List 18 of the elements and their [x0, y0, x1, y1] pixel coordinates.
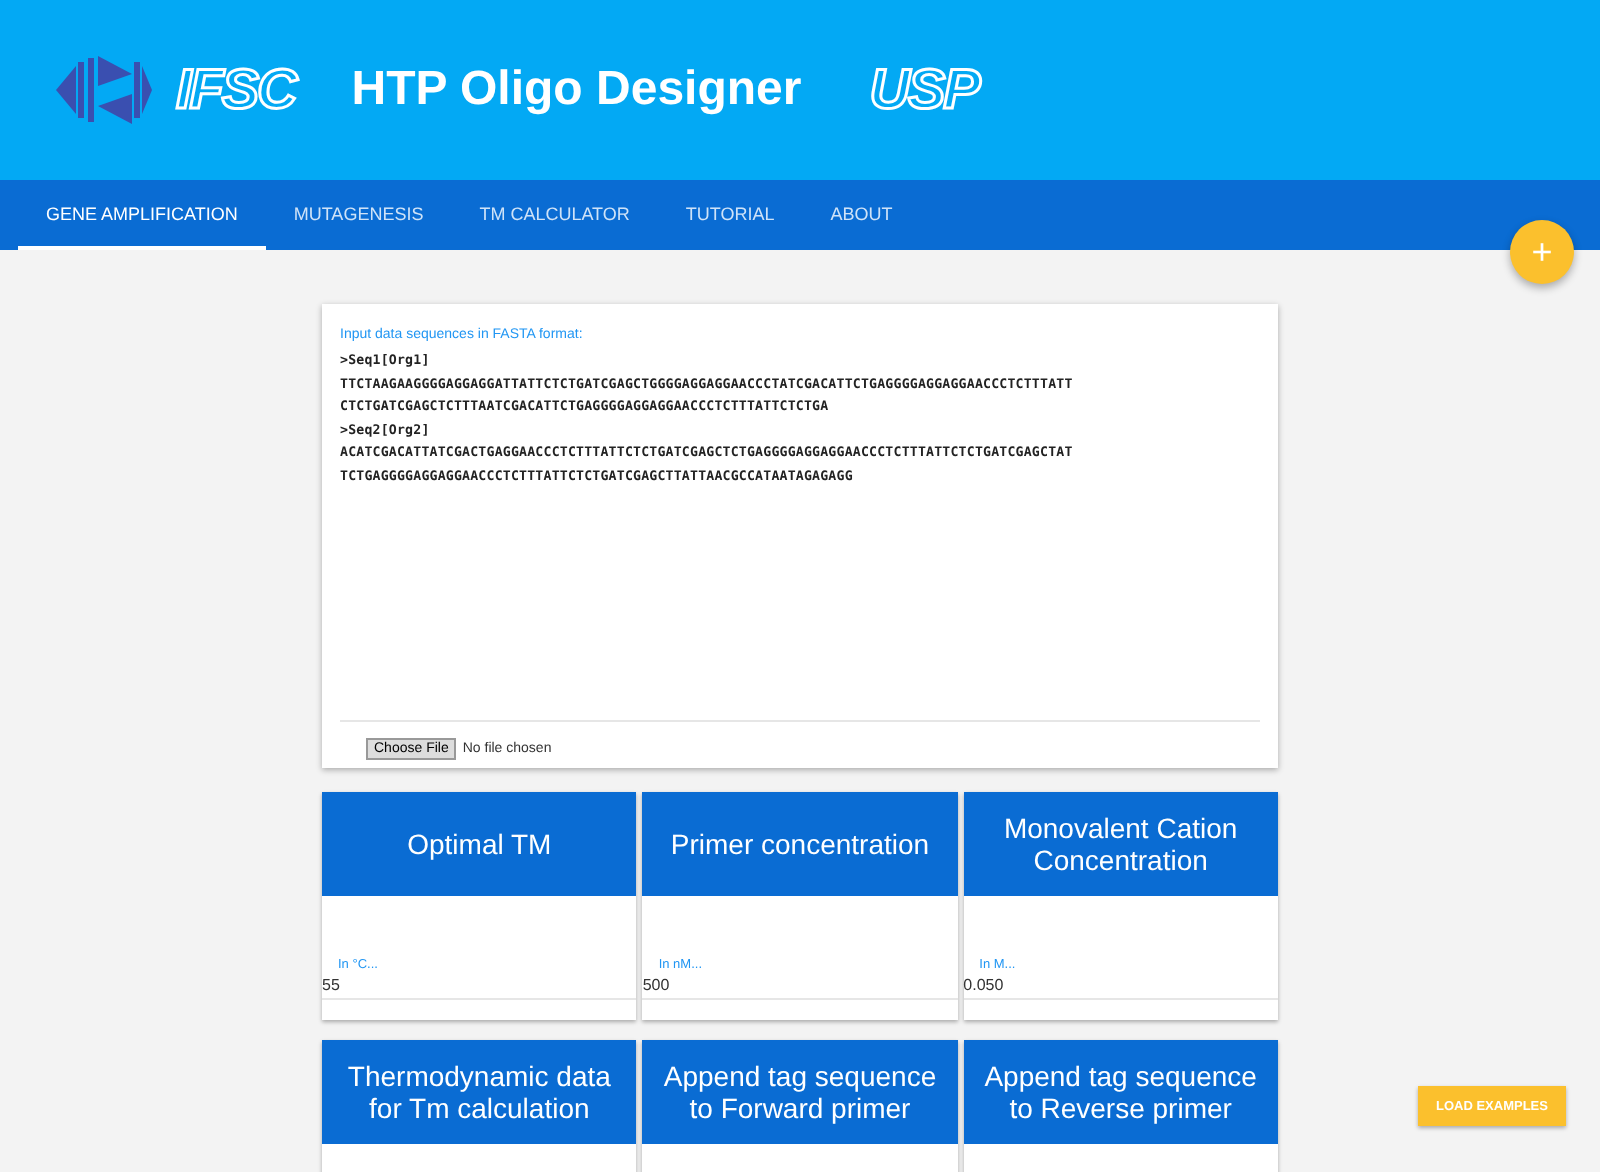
tab[interactable]: TM CALCULATOR	[451, 180, 658, 250]
tab[interactable]: TUTORIAL	[657, 180, 803, 250]
input-field[interactable]: 0.050	[963, 972, 1278, 1000]
logo-icon	[52, 50, 156, 130]
tab[interactable]: ABOUT	[802, 180, 921, 250]
parameter-title: Thermodynamic data for Tm calculation	[345, 1060, 613, 1124]
parameter-title: Append tag sequence to Forward primer	[661, 1060, 939, 1124]
parameter-title: Append tag sequence to Reverse primer	[982, 1060, 1259, 1124]
logo-text: USP	[869, 58, 979, 122]
parameter-title: Primer concentration	[670, 828, 930, 860]
app-title: HTP Oligo Designer	[351, 62, 802, 118]
tab[interactable]: MUTAGENESIS	[265, 180, 452, 250]
tab[interactable]: GENE AMPLIFICATION	[18, 180, 266, 250]
logo-text: IFSC	[176, 58, 296, 122]
input-field[interactable]: 55	[322, 972, 637, 1000]
input-field[interactable]: 500	[642, 972, 958, 1000]
parameter-title: Optimal TM	[407, 828, 552, 860]
parameter-title: Monovalent Cation Concentration	[1001, 812, 1240, 876]
